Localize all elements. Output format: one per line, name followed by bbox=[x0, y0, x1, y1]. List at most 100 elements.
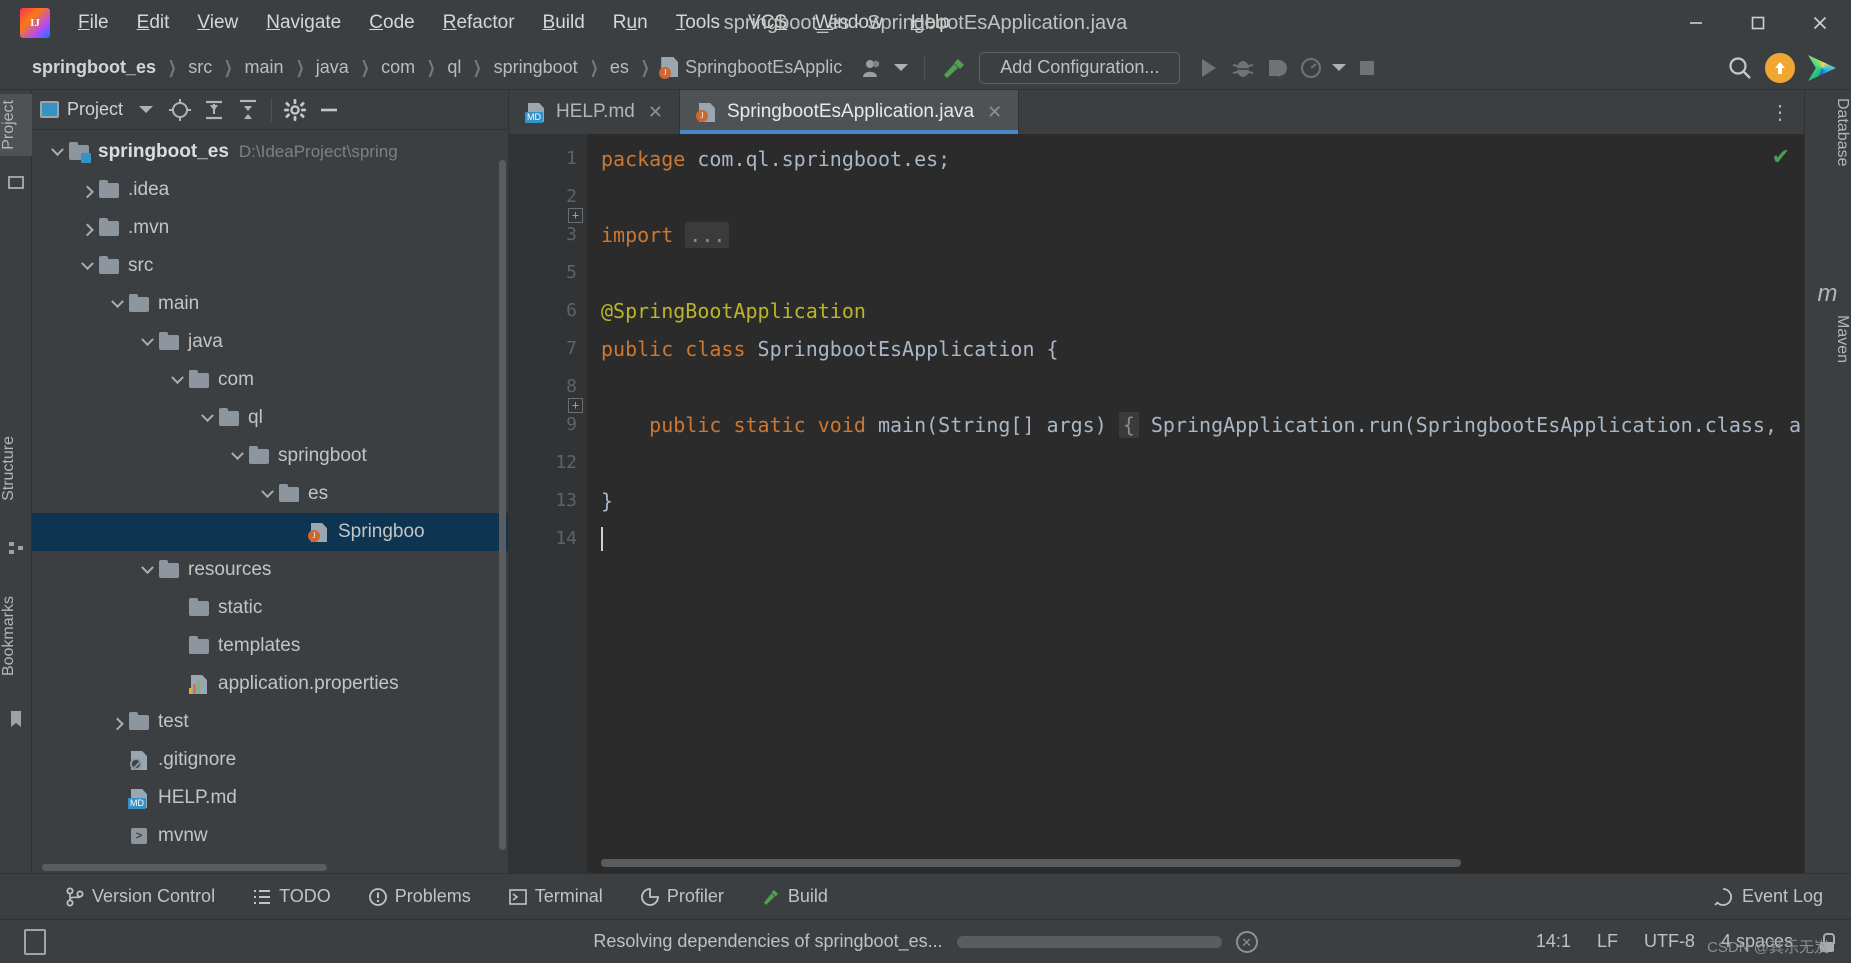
tree-horizontal-scrollbar[interactable] bbox=[42, 864, 327, 871]
tree-node--gitignore[interactable]: .gitignore bbox=[32, 741, 508, 779]
tree-expand-arrow[interactable] bbox=[226, 446, 248, 461]
line-separator[interactable]: LF bbox=[1597, 931, 1618, 952]
bottom-tab-build[interactable]: Build bbox=[756, 883, 834, 910]
tree-node-src[interactable]: src bbox=[32, 247, 508, 285]
inspection-ok-icon[interactable]: ✔ bbox=[1772, 144, 1790, 170]
breadcrumb-item-es[interactable]: es bbox=[604, 55, 635, 80]
close-button[interactable] bbox=[1789, 0, 1851, 46]
chevron-down-icon[interactable] bbox=[890, 53, 912, 83]
menu-window[interactable]: Window bbox=[801, 8, 897, 38]
tree-expand-arrow[interactable] bbox=[136, 332, 158, 347]
settings-gear-icon[interactable] bbox=[278, 95, 312, 125]
tree-expand-arrow[interactable] bbox=[106, 717, 128, 730]
bottom-tab-version-control[interactable]: Version Control bbox=[60, 883, 221, 910]
caret-position[interactable]: 14:1 bbox=[1536, 931, 1571, 952]
run-icon[interactable] bbox=[1192, 53, 1226, 83]
tree-node-java[interactable]: java bbox=[32, 323, 508, 361]
menu-view[interactable]: View bbox=[183, 8, 252, 38]
breadcrumb-item-ql[interactable]: ql bbox=[441, 55, 467, 80]
file-encoding[interactable]: UTF-8 bbox=[1644, 931, 1695, 952]
tree-node-static[interactable]: static bbox=[32, 589, 508, 627]
menu-file[interactable]: File bbox=[64, 8, 123, 38]
fold-toggle-import[interactable]: + bbox=[568, 208, 583, 223]
tree-node--mvn[interactable]: .mvn bbox=[32, 209, 508, 247]
rail-item-structure[interactable]: Structure bbox=[0, 430, 32, 507]
rainbow-plugin-icon[interactable] bbox=[1803, 53, 1841, 83]
maximize-button[interactable] bbox=[1727, 0, 1789, 46]
menu-run[interactable]: Run bbox=[599, 8, 662, 38]
tree-node-springboot-es[interactable]: springboot_es D:\IdeaProject\spring bbox=[32, 133, 508, 171]
editor-horizontal-scrollbar[interactable] bbox=[601, 859, 1461, 867]
tree-node-mvnw[interactable]: > mvnw bbox=[32, 817, 508, 855]
chevron-down-icon-project[interactable] bbox=[129, 95, 163, 125]
breadcrumb-item-java[interactable]: java bbox=[310, 55, 355, 80]
tree-expand-arrow[interactable] bbox=[46, 142, 68, 157]
rail-item-database[interactable]: Database bbox=[1804, 98, 1851, 167]
event-log-button[interactable]: Event Log bbox=[1713, 886, 1823, 907]
breadcrumb-item-com[interactable]: com bbox=[375, 55, 421, 80]
tree-vertical-scrollbar[interactable] bbox=[499, 160, 506, 850]
code-content[interactable]: package com.ql.springboot.es; import ...… bbox=[587, 134, 1804, 873]
tree-node-com[interactable]: com bbox=[32, 361, 508, 399]
indent-setting[interactable]: 4 spaces bbox=[1721, 931, 1793, 952]
breadcrumb-item-springboot[interactable]: springboot bbox=[488, 55, 584, 80]
breadcrumb-item-springbootesapplic[interactable]: SpringbootEsApplic bbox=[655, 55, 848, 80]
tree-node-help-md[interactable]: MD HELP.md bbox=[32, 779, 508, 817]
toggle-tool-windows-icon[interactable] bbox=[24, 928, 46, 955]
breadcrumb-item-springboot-es[interactable]: springboot_es bbox=[26, 55, 162, 80]
search-icon[interactable] bbox=[1723, 53, 1757, 83]
menu-refactor[interactable]: Refactor bbox=[429, 8, 529, 38]
project-tree[interactable]: springboot_es D:\IdeaProject\spring .idea.… bbox=[32, 130, 508, 873]
locate-icon[interactable] bbox=[163, 95, 197, 125]
user-profile-icon[interactable] bbox=[856, 53, 890, 83]
read-only-lock-icon[interactable] bbox=[1819, 932, 1835, 952]
chevron-down-icon-run[interactable] bbox=[1328, 53, 1350, 83]
tree-node-ql[interactable]: ql bbox=[32, 399, 508, 437]
close-icon[interactable]: ✕ bbox=[648, 102, 663, 123]
run-with-coverage-icon[interactable] bbox=[1260, 53, 1294, 83]
tree-node--idea[interactable]: .idea bbox=[32, 171, 508, 209]
tree-node-test[interactable]: test bbox=[32, 703, 508, 741]
close-icon[interactable]: ✕ bbox=[987, 102, 1002, 123]
menu-navigate[interactable]: Navigate bbox=[252, 8, 355, 38]
tree-expand-arrow[interactable] bbox=[166, 370, 188, 385]
collapse-all-icon[interactable] bbox=[231, 95, 265, 125]
tree-expand-arrow[interactable] bbox=[136, 560, 158, 575]
cancel-progress-icon[interactable]: ✕ bbox=[1235, 930, 1258, 953]
update-project-icon[interactable] bbox=[1761, 53, 1799, 83]
tree-expand-arrow[interactable] bbox=[256, 484, 278, 499]
menu-vcs[interactable]: VCS bbox=[734, 8, 801, 38]
bottom-tab-problems[interactable]: Problems bbox=[363, 883, 477, 910]
tree-node-application-properties[interactable]: application.properties bbox=[32, 665, 508, 703]
tree-node-resources[interactable]: resources bbox=[32, 551, 508, 589]
editor-tab-help-md[interactable]: MD HELP.md ✕ bbox=[509, 90, 680, 134]
expand-all-icon[interactable] bbox=[197, 95, 231, 125]
editor-options-icon[interactable]: ⋮ bbox=[1766, 90, 1794, 134]
fold-toggle-main[interactable]: + bbox=[568, 398, 583, 413]
hide-panel-icon[interactable] bbox=[312, 95, 346, 125]
stop-icon[interactable] bbox=[1350, 53, 1384, 83]
tree-node-springboo[interactable]: J Springboo bbox=[32, 513, 508, 551]
tree-expand-arrow[interactable] bbox=[76, 185, 98, 198]
rail-item-project[interactable]: Project bbox=[0, 94, 32, 156]
editor-tab-springbootesapplication-java[interactable]: J SpringbootEsApplication.java ✕ bbox=[679, 90, 1020, 134]
tree-node-templates[interactable]: templates bbox=[32, 627, 508, 665]
debug-icon[interactable] bbox=[1226, 53, 1260, 83]
tree-node-es[interactable]: es bbox=[32, 475, 508, 513]
code-editor[interactable]: + + 1 2 3 5 6 7 8 9 12 13 14 package com.ql.spring… bbox=[509, 134, 1804, 873]
menu-build[interactable]: Build bbox=[529, 8, 599, 38]
add-configuration-button[interactable]: Add Configuration... bbox=[979, 51, 1181, 84]
breadcrumb-item-main[interactable]: main bbox=[239, 55, 290, 80]
tree-node-springboot[interactable]: springboot bbox=[32, 437, 508, 475]
tree-expand-arrow[interactable] bbox=[106, 294, 128, 309]
tree-expand-arrow[interactable] bbox=[76, 223, 98, 236]
menu-edit[interactable]: Edit bbox=[123, 8, 184, 38]
build-hammer-icon[interactable] bbox=[937, 53, 971, 83]
tree-node-main[interactable]: main bbox=[32, 285, 508, 323]
rail-item-bookmarks[interactable]: Bookmarks bbox=[0, 590, 32, 682]
profile-icon[interactable] bbox=[1294, 53, 1328, 83]
tree-expand-arrow[interactable] bbox=[76, 256, 98, 271]
bottom-tab-profiler[interactable]: Profiler bbox=[635, 883, 730, 910]
rail-item-maven[interactable]: Maven bbox=[1804, 315, 1851, 363]
tree-expand-arrow[interactable] bbox=[196, 408, 218, 423]
